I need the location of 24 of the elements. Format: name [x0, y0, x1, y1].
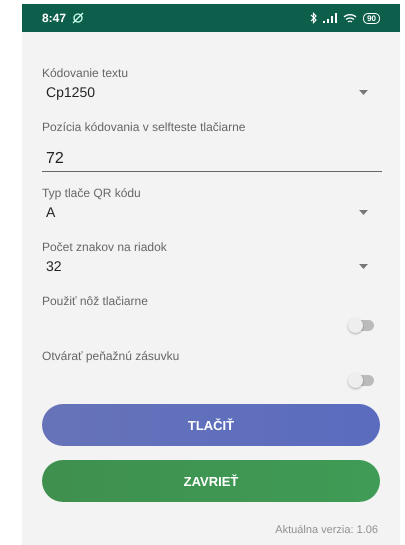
field-label: Použiť nôž tlačiarne	[42, 294, 149, 308]
signal-icon	[323, 13, 338, 23]
close-button[interactable]: ZAVRIEŤ	[42, 460, 380, 502]
toggle-switch[interactable]	[348, 373, 374, 387]
field-label: Pozícia kódovania v selfteste tlačiarne	[42, 120, 246, 134]
sync-off-icon	[72, 12, 84, 24]
dropdown-arrow-icon	[359, 210, 368, 214]
wifi-icon	[343, 12, 358, 24]
version-text: Aktuálna verzia: 1.06	[275, 524, 378, 536]
bluetooth-icon	[310, 12, 318, 24]
input-field[interactable]: 72	[42, 144, 382, 172]
field-label: Počet znakov na riadok	[42, 240, 168, 254]
dropdown[interactable]: A	[42, 204, 380, 220]
field-label: Kódovanie textu	[42, 66, 130, 80]
field-label: Otvárať peňažnú zásuvku	[42, 349, 180, 363]
status-time: 8:47	[42, 11, 66, 25]
dropdown-arrow-icon	[359, 90, 368, 94]
dropdown[interactable]: 32	[42, 258, 380, 274]
toggle-switch[interactable]	[348, 318, 374, 332]
battery-indicator: 90	[363, 12, 380, 24]
dropdown[interactable]: Cp1250	[42, 84, 380, 100]
field-label: Typ tlače QR kódu	[42, 186, 142, 200]
print-button[interactable]: TLAČIŤ	[42, 404, 380, 446]
dropdown-arrow-icon	[359, 264, 368, 268]
